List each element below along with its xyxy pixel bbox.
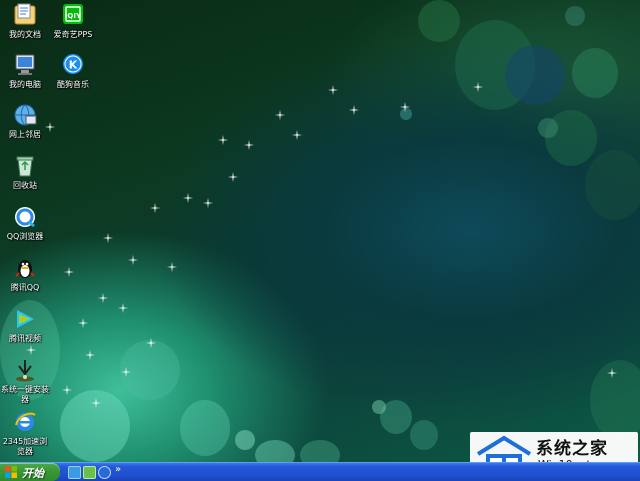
svg-text:iQIY: iQIY — [65, 12, 82, 20]
taskbar: 开始 » — [0, 462, 640, 481]
sparkle — [275, 110, 285, 120]
desktop-icon-label: 2345加速浏览器 — [2, 437, 48, 456]
qq-browser-icon — [12, 204, 38, 230]
desktop-icon-tencent-qq[interactable]: 腾讯QQ — [0, 255, 51, 293]
sparkle — [64, 267, 74, 277]
sparkle — [203, 198, 213, 208]
quick-launch-overflow[interactable]: » — [115, 464, 121, 475]
svg-text:K: K — [69, 59, 78, 72]
desktop-icon-network[interactable]: 网上邻居 — [0, 102, 51, 140]
start-label: 开始 — [22, 467, 44, 480]
sparkle — [183, 193, 193, 203]
bokeh-bubble — [235, 430, 255, 450]
bokeh-bubble — [410, 420, 438, 450]
sparkle — [146, 338, 156, 348]
desktop-icon-label: 我的电脑 — [9, 80, 41, 89]
desktop-icon-iqiyi[interactable]: iQIY 爱奇艺PPS — [47, 2, 99, 40]
desktop-icon-recycle-bin[interactable]: 回收站 — [0, 153, 51, 191]
start-button[interactable]: 开始 — [0, 463, 60, 481]
sparkle — [128, 255, 138, 265]
desktop-icon-label: 酷狗音乐 — [57, 80, 89, 89]
folder-documents-icon — [12, 2, 38, 28]
sparkle — [218, 135, 228, 145]
watermark-title: 系统之家 — [536, 439, 608, 459]
desktop-icon-ie-2345[interactable]: 2345加速浏览器 — [0, 409, 51, 457]
bokeh-bubble — [180, 400, 230, 456]
desktop-icon-label: 网上邻居 — [9, 130, 41, 139]
bokeh-bubble — [372, 400, 386, 414]
sparkle — [85, 350, 95, 360]
bokeh-bubble — [418, 0, 460, 42]
quick-launch-ie-icon[interactable] — [68, 466, 81, 479]
bokeh-bubble — [565, 6, 585, 26]
quick-launch-media-icon[interactable] — [83, 466, 96, 479]
desktop-icon-label: 回收站 — [13, 181, 37, 190]
desktop-icon-my-computer[interactable]: 我的电脑 — [0, 52, 51, 90]
windows-flag-icon — [5, 466, 17, 478]
desktop-icon-label: 我的文档 — [9, 30, 41, 39]
bokeh-bubble — [538, 118, 558, 138]
desktop-icon-label: 腾讯QQ — [10, 283, 40, 292]
sparkle — [103, 233, 113, 243]
tencent-video-icon — [12, 306, 38, 332]
kugou-icon: K — [60, 52, 86, 78]
sparkle — [228, 172, 238, 182]
sparkle — [78, 318, 88, 328]
quick-launch-browser-icon[interactable] — [98, 466, 111, 479]
sparkle — [98, 293, 108, 303]
iqiyi-icon: iQIY — [60, 2, 86, 28]
desktop-icon-label: QQ浏览器 — [6, 232, 44, 241]
sparkle — [607, 368, 617, 378]
desktop-icon-label: 腾讯视频 — [9, 334, 41, 343]
sparkle — [244, 140, 254, 150]
bokeh-bubble — [585, 150, 640, 220]
bokeh-bubble — [572, 48, 618, 98]
desktop-icon-label: 爱奇艺PPS — [53, 30, 93, 39]
desktop-icon-kugou[interactable]: K 酷狗音乐 — [47, 52, 99, 90]
desktop-background: 我的文档 我的电脑 网上邻居 回收站 QQ浏览器 腾讯QQ 腾讯视频 系统一键安… — [0, 0, 640, 462]
computer-icon — [12, 52, 38, 78]
desktop-icon-label: 系统一键安装器 — [1, 385, 49, 404]
sparkle — [62, 385, 72, 395]
qq-penguin-icon — [12, 255, 38, 281]
sparkle — [292, 130, 302, 140]
sparkle — [118, 303, 128, 313]
desktop-icon-system-install[interactable]: 系统一键安装器 — [0, 357, 51, 405]
desktop-icon-tencent-video[interactable]: 腾讯视频 — [0, 306, 51, 344]
sparkle — [150, 203, 160, 213]
sparkle — [473, 82, 483, 92]
sparkle — [167, 262, 177, 272]
sparkle — [91, 398, 101, 408]
bokeh-bubble — [255, 440, 295, 462]
sparkle — [349, 105, 359, 115]
desktop-icon-qq-browser[interactable]: QQ浏览器 — [0, 204, 51, 242]
recycle-bin-icon — [12, 153, 38, 179]
bokeh-bubble — [300, 440, 340, 462]
install-tool-icon — [12, 357, 38, 383]
ie-browser-icon — [12, 409, 38, 435]
desktop-icon-my-documents[interactable]: 我的文档 — [0, 2, 51, 40]
sparkle — [400, 102, 410, 112]
sparkle — [328, 85, 338, 95]
bokeh-bubble — [505, 45, 565, 105]
sparkle — [26, 345, 36, 355]
network-icon — [12, 102, 38, 128]
sparkle — [121, 367, 131, 377]
